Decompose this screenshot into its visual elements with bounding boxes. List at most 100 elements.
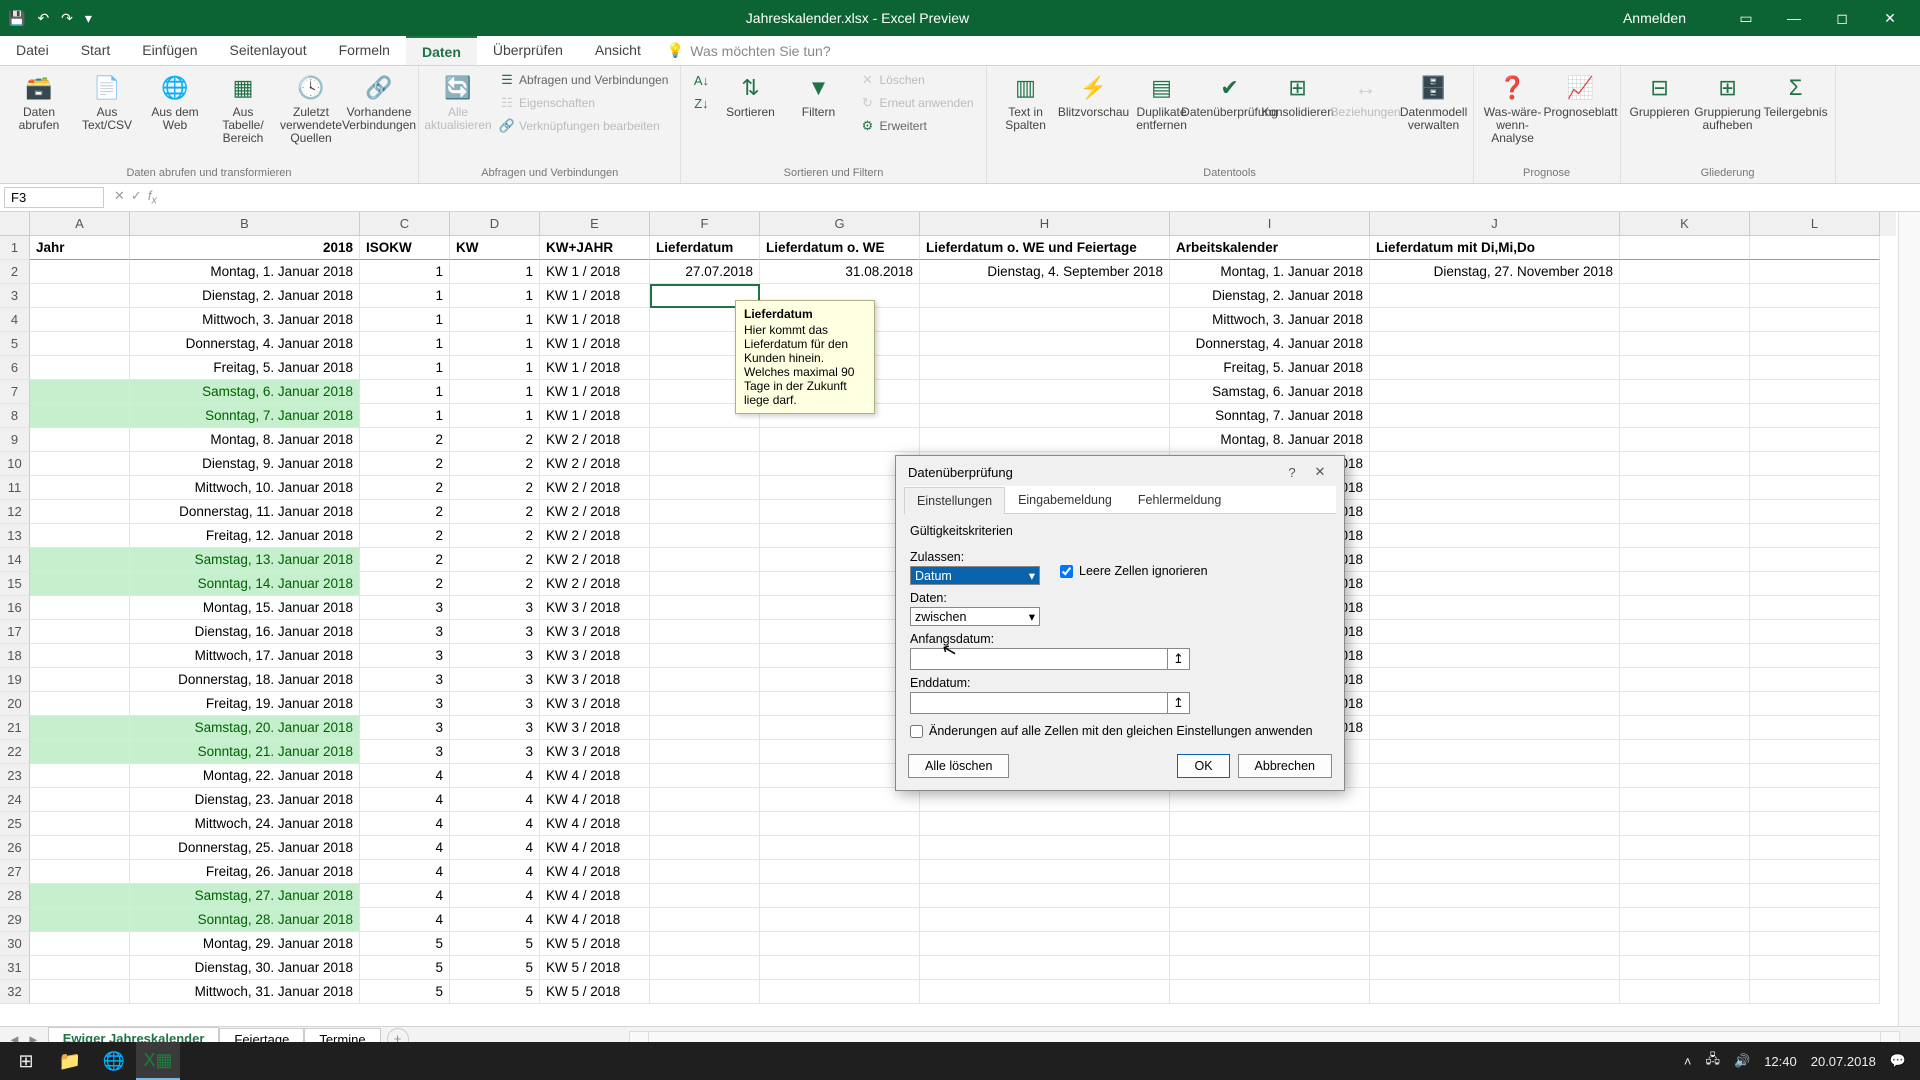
sort-az-icon[interactable]: A↓ (689, 70, 713, 90)
cell[interactable] (1370, 764, 1620, 788)
cell[interactable] (1170, 836, 1370, 860)
row-header[interactable]: 28 (0, 884, 30, 908)
row-header[interactable]: 20 (0, 692, 30, 716)
cell[interactable]: KW 5 / 2018 (540, 956, 650, 980)
tray-up-icon[interactable]: ˄ (1684, 1054, 1692, 1069)
cell[interactable]: KW 1 / 2018 (540, 260, 650, 284)
cell[interactable] (1620, 260, 1750, 284)
cell[interactable] (30, 476, 130, 500)
cell[interactable]: KW 3 / 2018 (540, 716, 650, 740)
relationships-button[interactable]: ↔Beziehungen (1335, 70, 1397, 121)
cell[interactable]: Dienstag, 27. November 2018 (1370, 260, 1620, 284)
cell[interactable] (650, 548, 760, 572)
cell[interactable] (30, 428, 130, 452)
cell[interactable] (1750, 860, 1880, 884)
cell[interactable]: 5 (450, 956, 540, 980)
cell[interactable] (650, 956, 760, 980)
cell[interactable]: Jahr (30, 236, 130, 260)
col-header[interactable]: G (760, 212, 920, 236)
cell[interactable] (1750, 764, 1880, 788)
tab-review[interactable]: Überprüfen (477, 36, 579, 65)
undo-icon[interactable]: ↶ (37, 10, 49, 27)
cell[interactable]: 2 (450, 548, 540, 572)
cell[interactable]: Montag, 1. Januar 2018 (130, 260, 360, 284)
cell[interactable] (760, 980, 920, 1004)
cell[interactable]: Freitag, 12. Januar 2018 (130, 524, 360, 548)
cell[interactable] (1620, 884, 1750, 908)
cell[interactable] (1620, 692, 1750, 716)
cell[interactable] (920, 404, 1170, 428)
cell[interactable]: 4 (450, 860, 540, 884)
properties-button[interactable]: ☷Eigenschaften (495, 93, 672, 113)
cell[interactable] (1750, 716, 1880, 740)
row-header[interactable]: 19 (0, 668, 30, 692)
cell[interactable]: Dienstag, 23. Januar 2018 (130, 788, 360, 812)
row-header[interactable]: 9 (0, 428, 30, 452)
cell[interactable] (1370, 548, 1620, 572)
cell[interactable]: 1 (450, 404, 540, 428)
cell[interactable] (650, 884, 760, 908)
consolidate-button[interactable]: ⊞Konsolidieren (1267, 70, 1329, 121)
formula-input[interactable] (163, 196, 1920, 200)
clear-all-button[interactable]: Alle löschen (908, 754, 1009, 778)
cell[interactable] (650, 572, 760, 596)
cell[interactable]: 3 (450, 740, 540, 764)
cell[interactable] (30, 812, 130, 836)
cell[interactable]: 1 (360, 380, 450, 404)
cell[interactable]: KW 2 / 2018 (540, 524, 650, 548)
cell[interactable]: KW 2 / 2018 (540, 548, 650, 572)
cell[interactable]: Arbeitskalender (1170, 236, 1370, 260)
cell[interactable]: Montag, 8. Januar 2018 (130, 428, 360, 452)
flash-fill-button[interactable]: ⚡Blitzvorschau (1063, 70, 1125, 121)
fx-icon[interactable]: fx (148, 188, 157, 207)
tab-start[interactable]: Start (65, 36, 127, 65)
cell[interactable] (1370, 836, 1620, 860)
cell[interactable]: KW 3 / 2018 (540, 620, 650, 644)
filter-button[interactable]: ▼Filtern (787, 70, 849, 121)
cancel-fx-icon[interactable]: ✕ (114, 188, 125, 207)
cell[interactable] (30, 452, 130, 476)
text-to-columns-button[interactable]: ▥Text in Spalten (995, 70, 1057, 134)
taskbar-excel-icon[interactable]: X▦ (136, 1042, 180, 1080)
allow-combo[interactable]: Datum ▾ (910, 566, 1040, 585)
cell[interactable] (920, 932, 1170, 956)
cell[interactable] (30, 332, 130, 356)
cell[interactable] (650, 524, 760, 548)
cell[interactable] (920, 788, 1170, 812)
cell[interactable]: 4 (360, 836, 450, 860)
row-header[interactable]: 30 (0, 932, 30, 956)
cell[interactable] (1370, 716, 1620, 740)
cell[interactable] (1750, 884, 1880, 908)
cell[interactable] (920, 884, 1170, 908)
cell[interactable] (1750, 956, 1880, 980)
cell[interactable] (30, 524, 130, 548)
cell[interactable] (1620, 764, 1750, 788)
cell[interactable]: 1 (360, 332, 450, 356)
cell[interactable] (1370, 884, 1620, 908)
col-header[interactable]: L (1750, 212, 1880, 236)
row-header[interactable]: 12 (0, 500, 30, 524)
cell[interactable] (30, 932, 130, 956)
cell[interactable] (1750, 548, 1880, 572)
cell[interactable] (650, 692, 760, 716)
tray-network-icon[interactable]: 🖧 (1706, 1050, 1721, 1072)
cell[interactable]: Samstag, 13. Januar 2018 (130, 548, 360, 572)
col-header[interactable]: D (450, 212, 540, 236)
cell[interactable] (760, 788, 920, 812)
cell[interactable]: KW 2 / 2018 (540, 572, 650, 596)
tab-data[interactable]: Daten (406, 36, 477, 65)
cell[interactable]: KW 2 / 2018 (540, 428, 650, 452)
cell[interactable] (1750, 932, 1880, 956)
sort-button[interactable]: ⇅Sortieren (719, 70, 781, 121)
redo-icon[interactable]: ↷ (61, 10, 73, 27)
cell[interactable] (1620, 836, 1750, 860)
cell[interactable]: 2 (450, 524, 540, 548)
cell[interactable]: 2 (360, 524, 450, 548)
cell[interactable] (1750, 476, 1880, 500)
cell[interactable] (1750, 236, 1880, 260)
save-icon[interactable]: 💾 (8, 10, 25, 27)
sort-za-icon[interactable]: Z↓ (689, 93, 713, 113)
cell[interactable]: 2 (360, 548, 450, 572)
cell[interactable]: Freitag, 5. Januar 2018 (130, 356, 360, 380)
col-header[interactable]: J (1370, 212, 1620, 236)
